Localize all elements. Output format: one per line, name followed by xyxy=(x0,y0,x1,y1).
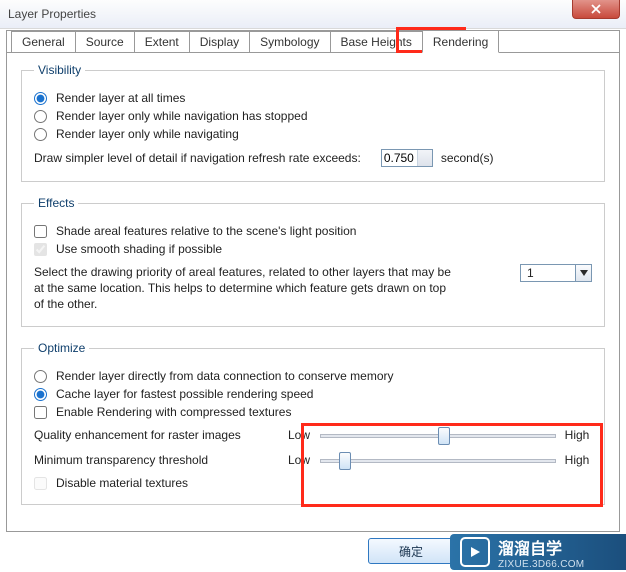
slider-high-cap-2: High xyxy=(562,453,592,467)
window-title: Layer Properties xyxy=(8,7,96,21)
watermark: 溜溜自学 ZIXUE.3D66.COM xyxy=(450,534,626,570)
refresh-rate-unit: second(s) xyxy=(441,151,494,165)
refresh-rate-spinner[interactable] xyxy=(381,149,433,167)
checkbox-disable-material-textures xyxy=(34,477,47,490)
radio-render-all-times[interactable] xyxy=(34,92,47,105)
radio-render-nav-stopped-label: Render layer only while navigation has s… xyxy=(56,109,308,123)
checkbox-shade-areal[interactable] xyxy=(34,225,47,238)
dialog-content: General Source Extent Display Symbology … xyxy=(6,30,620,532)
radio-render-while-navigating-label: Render layer only while navigating xyxy=(56,127,239,141)
tab-symbology[interactable]: Symbology xyxy=(249,31,330,53)
transparency-slider[interactable] xyxy=(320,451,556,469)
title-bar: Layer Properties xyxy=(0,0,626,29)
checkbox-compressed-textures[interactable] xyxy=(34,406,47,419)
effects-group: Effects Shade areal features relative to… xyxy=(21,196,605,327)
checkbox-smooth-shading xyxy=(34,243,47,256)
watermark-main: 溜溜自学 xyxy=(498,535,584,559)
spinner-arrows-icon[interactable] xyxy=(417,150,432,166)
slider-low-cap-2: Low xyxy=(284,453,314,467)
checkbox-disable-material-textures-label: Disable material textures xyxy=(56,476,188,490)
quality-slider-label: Quality enhancement for raster images xyxy=(34,428,284,442)
radio-render-all-times-label: Render layer at all times xyxy=(56,91,185,105)
play-icon xyxy=(460,537,490,567)
optimize-legend: Optimize xyxy=(34,341,89,355)
radio-render-directly[interactable] xyxy=(34,370,47,383)
visibility-legend: Visibility xyxy=(34,63,85,77)
radio-render-directly-label: Render layer directly from data connecti… xyxy=(56,369,393,383)
radio-render-nav-stopped[interactable] xyxy=(34,110,47,123)
ok-button[interactable]: 确定 xyxy=(368,538,454,564)
tab-display[interactable]: Display xyxy=(189,31,250,53)
tab-source[interactable]: Source xyxy=(75,31,135,53)
drawing-priority-combo[interactable]: 1 xyxy=(520,264,592,282)
tab-row: General Source Extent Display Symbology … xyxy=(7,31,619,53)
checkbox-shade-areal-label: Shade areal features relative to the sce… xyxy=(56,224,356,238)
close-icon xyxy=(591,4,601,14)
drawing-priority-text: Select the drawing priority of areal fea… xyxy=(34,264,454,312)
radio-render-while-navigating[interactable] xyxy=(34,128,47,141)
tab-extent[interactable]: Extent xyxy=(134,31,190,53)
tab-rendering[interactable]: Rendering xyxy=(422,30,499,53)
effects-legend: Effects xyxy=(34,196,78,210)
transparency-slider-thumb[interactable] xyxy=(339,452,351,470)
watermark-sub: ZIXUE.3D66.COM xyxy=(498,559,584,570)
transparency-slider-label: Minimum transparency threshold xyxy=(34,453,284,467)
radio-cache-layer-label: Cache layer for fastest possible renderi… xyxy=(56,387,313,401)
slider-high-cap: High xyxy=(562,428,592,442)
chevron-down-icon[interactable] xyxy=(575,265,591,281)
visibility-group: Visibility Render layer at all times Ren… xyxy=(21,63,605,182)
checkbox-smooth-shading-label: Use smooth shading if possible xyxy=(56,242,222,256)
optimize-group: Optimize Render layer directly from data… xyxy=(21,341,605,505)
quality-slider-thumb[interactable] xyxy=(438,427,450,445)
slider-low-cap: Low xyxy=(284,428,314,442)
drawing-priority-value: 1 xyxy=(521,266,540,280)
checkbox-compressed-textures-label: Enable Rendering with compressed texture… xyxy=(56,405,291,419)
radio-cache-layer[interactable] xyxy=(34,388,47,401)
tab-base-heights[interactable]: Base Heights xyxy=(330,31,423,53)
close-button[interactable] xyxy=(572,0,620,19)
simpler-detail-label: Draw simpler level of detail if navigati… xyxy=(34,151,361,165)
tab-general[interactable]: General xyxy=(11,31,76,53)
quality-slider[interactable] xyxy=(320,426,556,444)
